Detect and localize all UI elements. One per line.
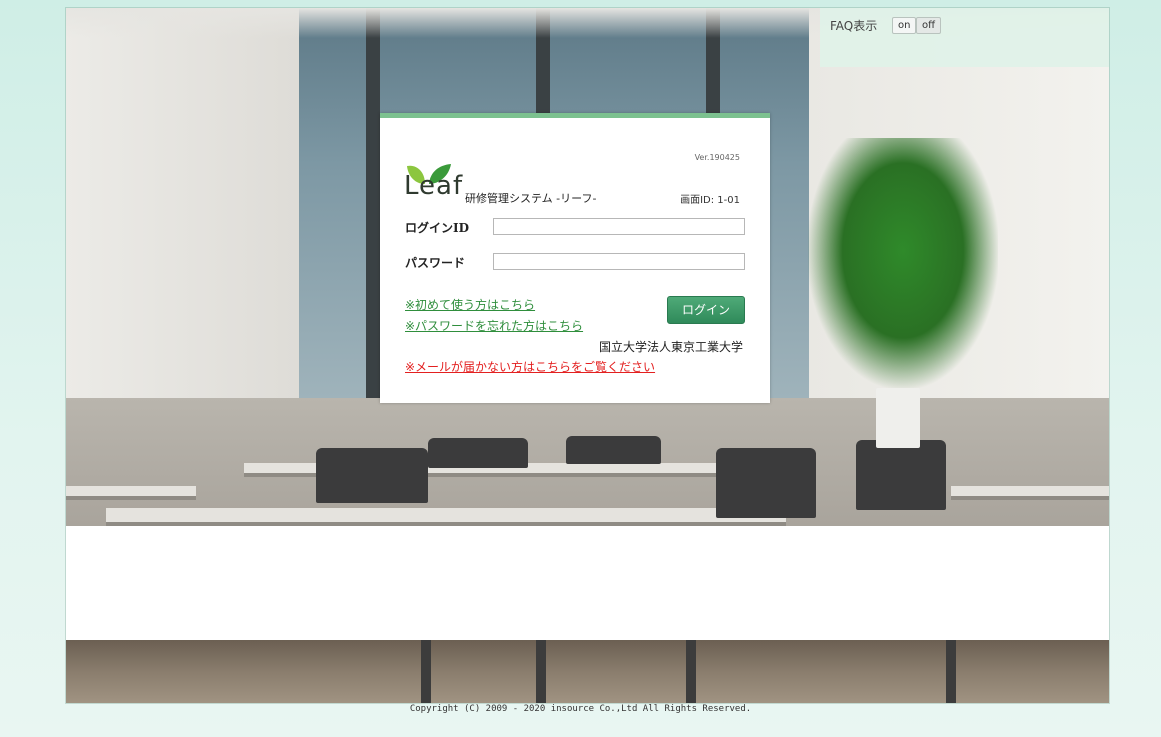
university-name: 国立大学法人東京工業大学 — [598, 340, 743, 354]
mail-issue-link[interactable]: ※メールが届かない方はこちらをご覧ください — [405, 358, 655, 375]
faq-label: FAQ表示 — [830, 19, 878, 33]
forgot-password-link[interactable]: ※パスワードを忘れた方はこちら — [405, 317, 583, 334]
logo-text: Leaf — [404, 171, 464, 201]
first-time-link[interactable]: ※初めて使う方はこちら — [405, 296, 535, 313]
bottom-photo-strip — [66, 640, 1109, 703]
screen-id: 画面ID: 1-01 — [680, 195, 740, 206]
login-id-input[interactable] — [493, 218, 745, 235]
copyright-text: Copyright (C) 2009 - 2020 insource Co.,L… — [409, 704, 752, 714]
faq-on-button[interactable]: on — [892, 17, 917, 34]
faq-panel: FAQ表示 on off — [820, 8, 1109, 67]
password-input[interactable] — [493, 253, 745, 270]
login-id-label: ログインID — [405, 221, 470, 235]
faq-off-button[interactable]: off — [916, 17, 942, 34]
login-button[interactable]: ログイン — [667, 296, 745, 324]
version-text: Ver.190425 — [694, 153, 740, 162]
password-label: パスワード — [405, 256, 466, 270]
login-card: Ver.190425 Leaf 研修管理システム -リーフ- 画面ID: 1-0… — [380, 113, 770, 403]
system-name: 研修管理システム -リーフ- — [465, 192, 597, 205]
